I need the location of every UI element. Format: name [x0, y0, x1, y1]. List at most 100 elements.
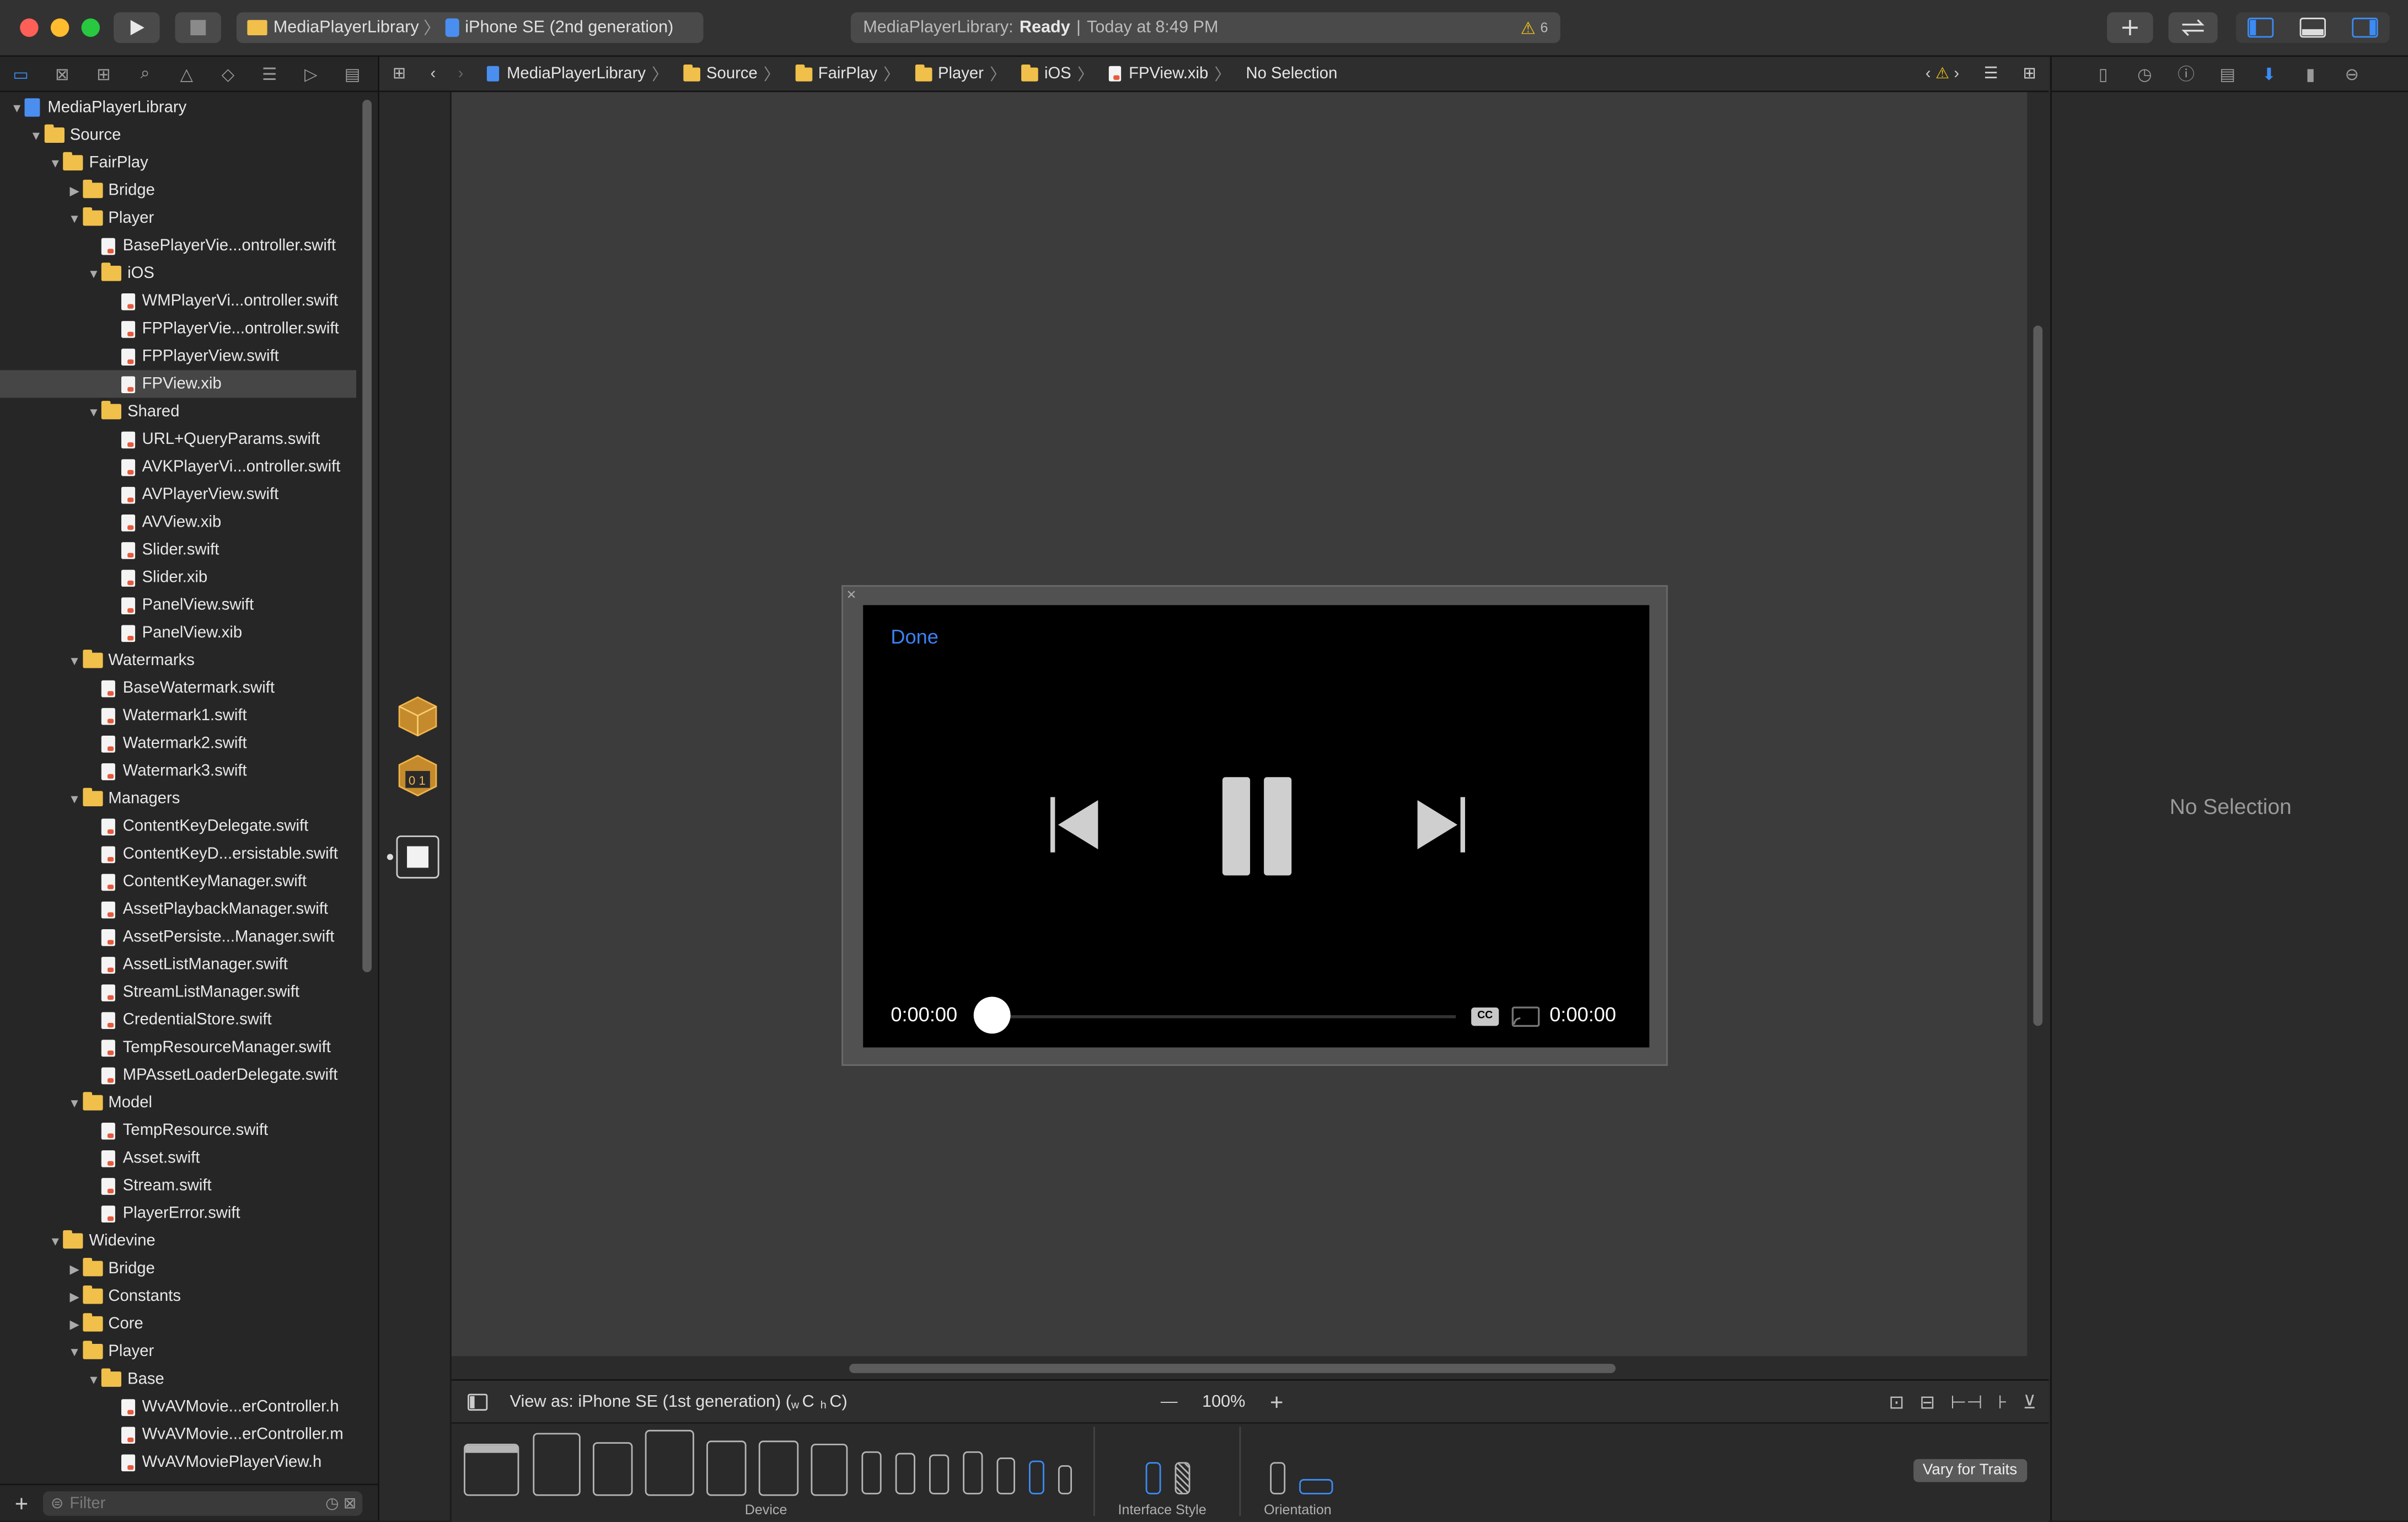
file-row[interactable]: WvAVMovie...erController.h [0, 1393, 356, 1421]
orientation-landscape-icon[interactable] [1299, 1479, 1333, 1494]
file-row[interactable]: WvAVMovie...erController.m [0, 1421, 356, 1448]
progress-knob[interactable] [973, 996, 1011, 1034]
file-row[interactable]: FPPlayerVie...ontroller.swift [0, 315, 356, 342]
player-view[interactable]: Done 0:00:00 CC 0:00:00 [863, 605, 1650, 1048]
folder-row[interactable]: ▼ Base [0, 1365, 356, 1393]
zoom-window-button[interactable] [81, 18, 100, 37]
file-row[interactable]: AVView.xib [0, 508, 356, 536]
file-row[interactable]: AssetPlaybackManager.swift [0, 896, 356, 923]
filter-field[interactable]: ⊜ Filter ◷ ⊠ [42, 1491, 363, 1516]
quick-help-icon[interactable]: ⓘ [2165, 61, 2207, 86]
disclosure-open-icon[interactable]: ▼ [86, 1372, 101, 1386]
project-row[interactable]: ▼ MediaPlayerLibrary [0, 94, 356, 121]
scheme-selector[interactable]: MediaPlayerLibrary 〉 iPhone SE (2nd gene… [236, 12, 704, 43]
device-iphone-se-1st-selected[interactable] [1029, 1460, 1044, 1494]
connections-inspector-icon[interactable]: ⊖ [2331, 64, 2373, 83]
disclosure-closed-icon[interactable]: ▶ [67, 184, 82, 197]
folder-row[interactable]: ▶ Bridge [0, 176, 356, 204]
update-frames-icon[interactable]: ⊡ [1889, 1391, 1904, 1413]
size-inspector-icon[interactable]: ▮ [2290, 64, 2331, 83]
file-row[interactable]: AssetListManager.swift [0, 951, 356, 978]
done-button[interactable]: Done [891, 625, 938, 649]
airplay-cast-icon[interactable] [1511, 1006, 1542, 1027]
disclosure-open-icon[interactable]: ▼ [47, 156, 63, 170]
folder-row[interactable]: ▼ Player [0, 1338, 356, 1365]
align-icon[interactable]: ⊟ [1919, 1391, 1935, 1413]
project-navigator-icon[interactable]: ▭ [0, 64, 41, 83]
filter-source-control-icon[interactable]: ⊠ [344, 1495, 356, 1512]
device-iphone-12-pro-max[interactable] [861, 1451, 882, 1494]
device-ipad-9[interactable] [811, 1443, 848, 1496]
forward-chevron-icon[interactable]: › [447, 65, 474, 83]
breadcrumb-source[interactable]: Source 〉 [683, 62, 786, 85]
symbol-navigator-icon[interactable]: ⊞ [83, 64, 124, 83]
file-row[interactable]: FPView.xib [0, 370, 357, 398]
embed-in-icon[interactable]: ⊻ [2023, 1391, 2037, 1413]
pause-icon[interactable] [1221, 775, 1295, 877]
progress-track[interactable] [995, 1015, 1456, 1019]
attributes-inspector-icon[interactable]: ⬇ [2248, 64, 2289, 83]
file-row[interactable]: PlayerError.swift [0, 1199, 356, 1227]
device-ipad[interactable] [706, 1440, 747, 1496]
source-control-navigator-icon[interactable]: ⊠ [41, 64, 83, 83]
disclosure-open-icon[interactable]: ▼ [67, 792, 82, 806]
breadcrumb-player[interactable]: Player 〉 [915, 62, 1012, 85]
file-row[interactable]: Asset.swift [0, 1144, 356, 1172]
closed-captions-button[interactable]: CC [1471, 1007, 1499, 1026]
disclosure-closed-icon[interactable]: ▶ [67, 1317, 82, 1331]
zoom-in-button[interactable]: + [1270, 1389, 1283, 1415]
issue-warning-icon[interactable]: ⚠ [1935, 65, 1949, 82]
view-as-label[interactable]: View as: iPhone SE (1st generation) ( [510, 1393, 791, 1411]
navigator-scrollbar[interactable] [362, 100, 372, 972]
file-row[interactable]: Slider.xib [0, 564, 356, 591]
style-dark-icon[interactable] [1174, 1462, 1190, 1494]
vary-for-traits-button[interactable]: Vary for Traits [1913, 1459, 2026, 1482]
folder-row[interactable]: ▼ FairPlay [0, 149, 356, 176]
device-mac-window[interactable] [464, 1443, 519, 1496]
file-row[interactable]: Watermark1.swift [0, 702, 356, 730]
file-row[interactable]: StreamListManager.swift [0, 978, 356, 1006]
next-issue-chevron-icon[interactable]: › [1954, 65, 1959, 83]
skip-forward-icon[interactable] [1413, 794, 1468, 855]
add-constraints-icon[interactable]: ⊢⊣ [1950, 1391, 1982, 1413]
close-window-button[interactable] [20, 18, 39, 37]
disclosure-open-icon[interactable]: ▼ [29, 128, 44, 142]
warning-icon[interactable]: ⚠ [1521, 18, 1536, 37]
issue-navigator-icon[interactable]: △ [166, 64, 207, 83]
breadcrumb-fairplay[interactable]: FairPlay 〉 [795, 62, 906, 85]
previous-issue-chevron-icon[interactable]: ‹ [1926, 65, 1931, 83]
file-row[interactable]: ContentKeyD...ersistable.swift [0, 840, 356, 867]
disclosure-open-icon[interactable]: ▼ [86, 405, 101, 419]
file-row[interactable]: BaseWatermark.swift [0, 674, 356, 702]
debug-area-toggle-icon[interactable] [2299, 18, 2326, 38]
skip-back-icon[interactable] [1047, 794, 1102, 855]
document-outline-toggle-icon[interactable] [467, 1393, 489, 1411]
folder-row[interactable]: ▼ Managers [0, 785, 356, 812]
folder-row[interactable]: ▼ Widevine [0, 1227, 356, 1255]
zoom-level[interactable]: 100% [1202, 1393, 1245, 1411]
warning-count[interactable]: 6 [1540, 20, 1548, 35]
file-row[interactable]: WMPlayerVi...ontroller.swift [0, 287, 356, 315]
canvas-vertical-scrollbar[interactable] [2033, 325, 2043, 1026]
related-items-grid-icon[interactable]: ⊞ [379, 65, 419, 83]
folder-row[interactable]: ▼ Source [0, 121, 356, 149]
disclosure-open-icon[interactable]: ▼ [9, 100, 25, 114]
file-row[interactable]: AssetPersiste...Manager.swift [0, 923, 356, 951]
file-row[interactable]: Watermark2.swift [0, 730, 356, 757]
file-row[interactable]: CredentialStore.swift [0, 1006, 356, 1033]
file-row[interactable]: Slider.swift [0, 536, 356, 564]
file-row[interactable]: AVKPlayerVi...ontroller.swift [0, 453, 356, 481]
folder-row[interactable]: ▶ Core [0, 1310, 356, 1338]
folder-row[interactable]: ▼ Watermarks [0, 647, 356, 674]
library-button[interactable] [2107, 12, 2153, 43]
add-editor-split-icon[interactable]: ⊞ [2023, 65, 2036, 83]
back-chevron-icon[interactable]: ‹ [419, 65, 447, 83]
navigator-toggle-icon[interactable] [2247, 18, 2274, 38]
file-row[interactable]: Stream.swift [0, 1172, 356, 1199]
test-navigator-icon[interactable]: ◇ [207, 64, 249, 83]
disclosure-open-icon[interactable]: ▼ [67, 1096, 82, 1110]
report-navigator-icon[interactable]: ▤ [332, 64, 373, 83]
find-navigator-icon[interactable]: ⌕ [125, 64, 166, 84]
device-iphone-4s[interactable] [1058, 1465, 1072, 1494]
file-row[interactable]: PanelView.swift [0, 591, 356, 619]
